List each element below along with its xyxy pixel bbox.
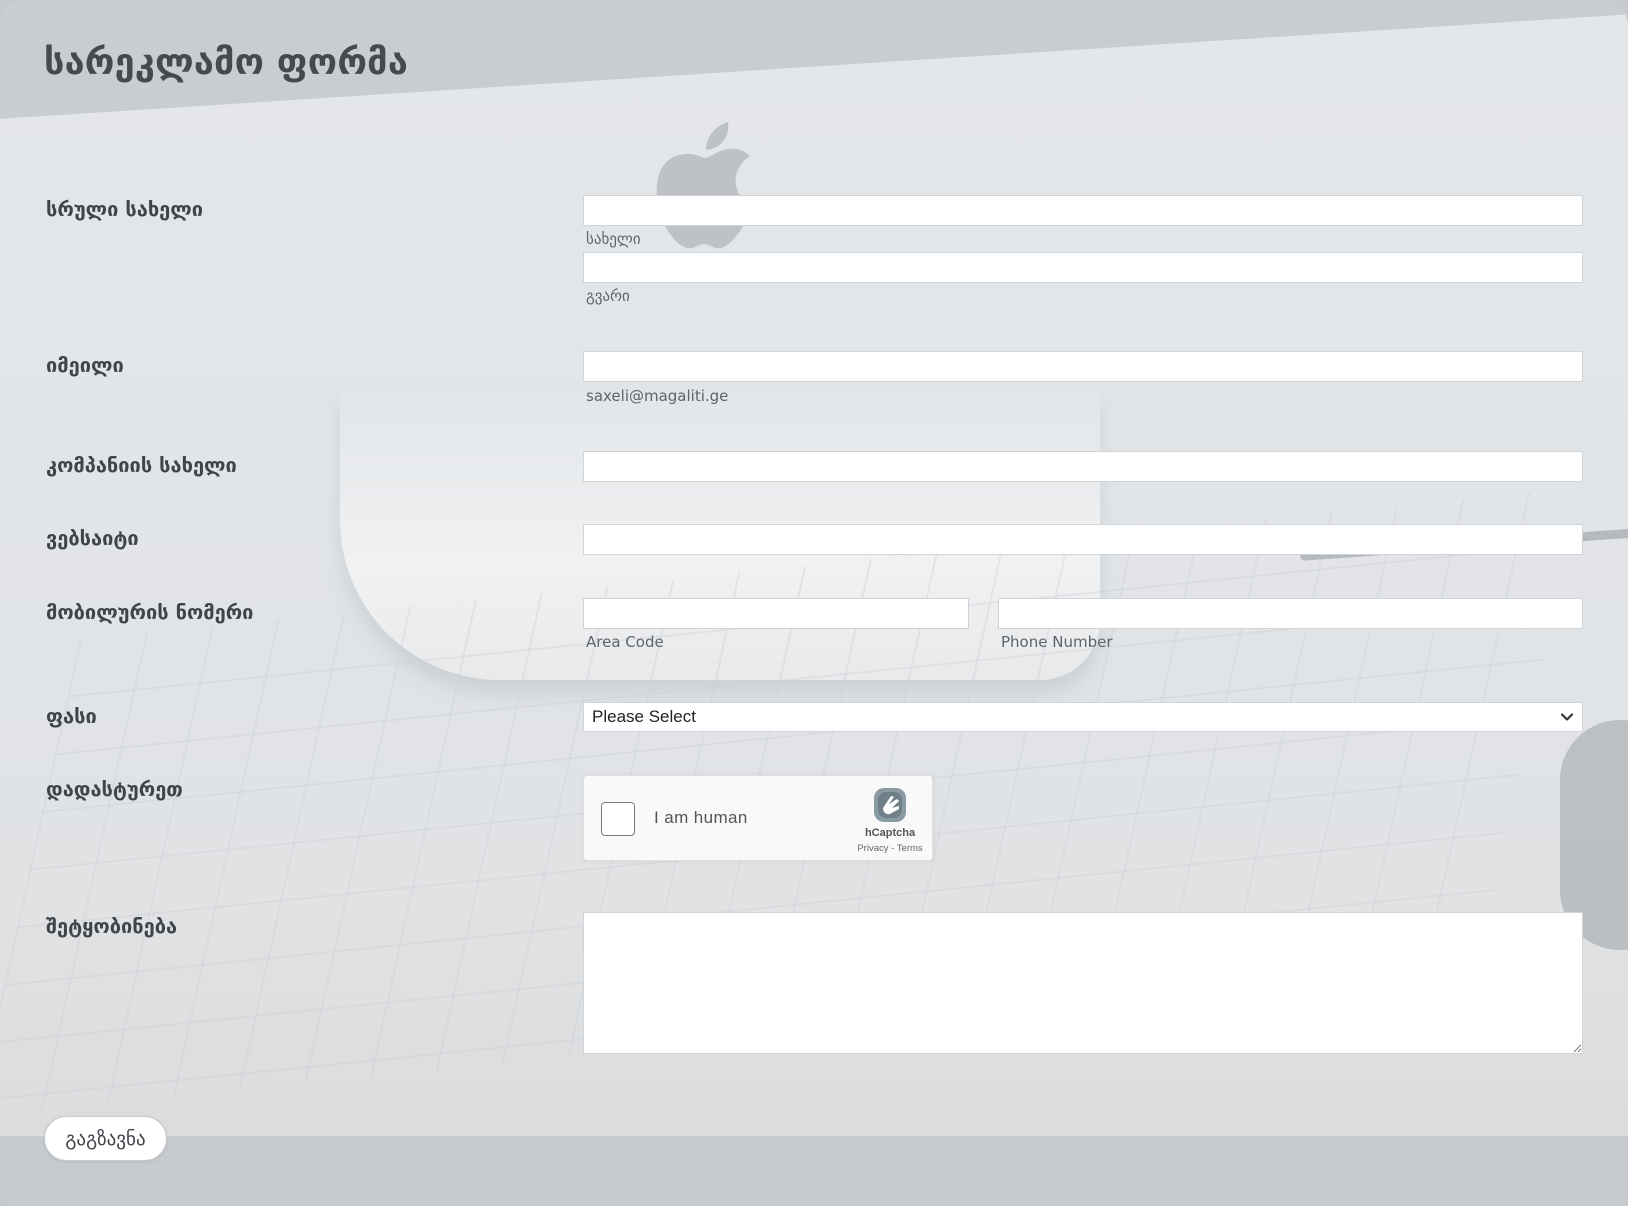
area-code-sublabel: Area Code — [586, 633, 664, 651]
captcha-link-separator: - — [888, 843, 897, 854]
page-title: სარეკლამო ფორმა — [44, 42, 408, 83]
full-name-label: სრული სახელი — [46, 197, 204, 221]
captcha-terms-link[interactable]: Terms — [897, 843, 923, 854]
captcha-widget: I am human hCaptcha Privacy - Terms — [583, 775, 933, 861]
company-name-label: კომპანიის სახელი — [46, 453, 237, 477]
submit-button[interactable]: გაგზავნა — [44, 1116, 167, 1161]
website-input[interactable] — [583, 524, 1583, 555]
hcaptcha-logo-icon — [874, 788, 906, 822]
price-select[interactable]: Please Select — [583, 702, 1583, 732]
phone-number-input[interactable] — [998, 598, 1583, 629]
captcha-checkbox[interactable] — [601, 802, 635, 836]
message-textarea[interactable] — [583, 912, 1583, 1054]
email-sublabel: saxeli@magaliti.ge — [586, 387, 729, 405]
phone-number-sublabel: Phone Number — [1001, 633, 1113, 651]
message-label: შეტყობინება — [46, 914, 178, 938]
first-name-sublabel: სახელი — [586, 230, 641, 248]
email-input[interactable] — [583, 351, 1583, 382]
chevron-down-icon — [1560, 713, 1574, 721]
verify-label: დადასტურეთ — [46, 777, 183, 801]
captcha-brand: hCaptcha — [864, 827, 916, 839]
area-code-input[interactable] — [583, 598, 969, 629]
background-header-band — [0, 0, 1628, 119]
price-label: ფასი — [46, 704, 97, 728]
mobile-number-label: მობილურის ნომერი — [46, 600, 254, 624]
last-name-input[interactable] — [583, 252, 1583, 283]
apple-logo-icon — [656, 122, 752, 249]
captcha-text: I am human — [654, 808, 748, 827]
last-name-sublabel: გვარი — [586, 287, 630, 305]
captcha-privacy-link[interactable]: Privacy — [857, 843, 888, 854]
captcha-links: Privacy - Terms — [840, 843, 940, 854]
form-card: სარეკლამო ფორმა სრული სახელი სახელი გვარ… — [0, 0, 1628, 1206]
company-name-input[interactable] — [583, 451, 1583, 482]
price-select-value: Please Select — [592, 707, 696, 726]
first-name-input[interactable] — [583, 195, 1583, 226]
email-label: იმეილი — [46, 353, 124, 377]
background-footer-band — [0, 1136, 1628, 1206]
website-label: ვებსაიტი — [46, 526, 139, 550]
